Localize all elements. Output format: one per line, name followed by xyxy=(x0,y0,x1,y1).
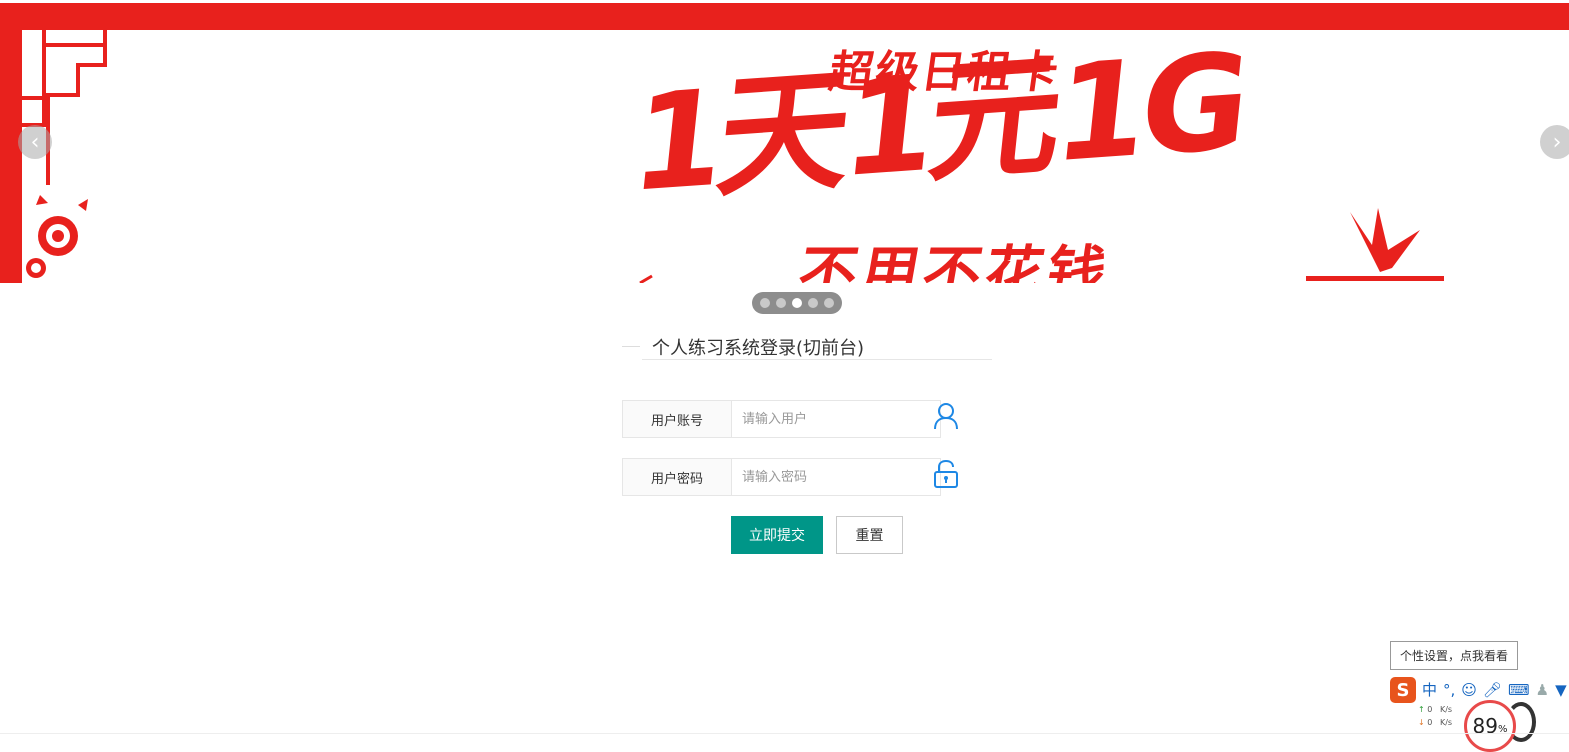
submit-button[interactable]: 立即提交 xyxy=(731,516,823,554)
microphone-icon[interactable]: 🎤︎ xyxy=(1483,682,1502,698)
sogou-logo-icon[interactable]: S xyxy=(1390,677,1416,703)
memory-gauge[interactable]: 89% xyxy=(1464,700,1516,752)
carousel-dot[interactable] xyxy=(760,298,770,308)
password-input[interactable] xyxy=(732,458,941,496)
ime-mode-toggle[interactable]: 中 xyxy=(1422,682,1437,698)
download-speed: 0 xyxy=(1427,718,1433,727)
carousel-next-button[interactable]: › xyxy=(1540,125,1569,159)
upload-speed: 0 xyxy=(1427,705,1433,714)
password-row: 用户密码 xyxy=(622,458,941,496)
chevron-right-icon: › xyxy=(1552,129,1562,155)
carousel-dot-active[interactable] xyxy=(792,298,802,308)
download-arrow-icon: ↓ xyxy=(1418,718,1425,727)
unlock-icon xyxy=(934,460,958,488)
carousel-dot[interactable] xyxy=(824,298,834,308)
password-label: 用户密码 xyxy=(622,458,732,496)
banner-carousel: 超级日租卡 1天1元1G 不用不花钱 ‹ › xyxy=(0,0,1569,283)
username-row: 用户账号 xyxy=(622,400,941,438)
reset-button[interactable]: 重置 xyxy=(836,516,903,554)
punctuation-toggle[interactable]: °, xyxy=(1443,682,1455,698)
carousel-dot[interactable] xyxy=(808,298,818,308)
title-underline xyxy=(642,359,992,360)
carousel-dot[interactable] xyxy=(776,298,786,308)
title-divider xyxy=(622,346,640,347)
chevron-left-icon: ‹ xyxy=(30,129,40,155)
user-icon xyxy=(934,403,958,430)
username-input[interactable] xyxy=(732,400,941,438)
keyboard-icon[interactable]: ⌨ xyxy=(1508,682,1530,698)
smile-icon[interactable]: ☺ xyxy=(1461,682,1477,698)
carousel-prev-button[interactable]: ‹ xyxy=(18,125,52,159)
gauge-value: 89 xyxy=(1472,714,1498,738)
carousel-indicators xyxy=(752,292,842,314)
download-unit: K/s xyxy=(1439,718,1453,727)
upload-unit: K/s xyxy=(1439,705,1453,714)
promo-slogan: 1天1元1G xyxy=(624,24,1252,223)
ime-toolbar: S 中 °, ☺ 🎤︎ ⌨ ♟ ▼ xyxy=(1390,676,1569,704)
user-settings-icon[interactable]: ♟ xyxy=(1536,682,1549,698)
upload-arrow-icon: ↑ xyxy=(1418,705,1425,714)
ime-tooltip: 个性设置，点我看看 xyxy=(1390,641,1518,670)
login-title: 个人练习系统登录(切前台) xyxy=(652,338,865,359)
bottom-divider xyxy=(0,733,1569,734)
shirt-icon[interactable]: ▼ xyxy=(1555,682,1567,698)
promo-subslogan: 不用不花钱 xyxy=(793,239,1116,283)
username-label: 用户账号 xyxy=(622,400,732,438)
